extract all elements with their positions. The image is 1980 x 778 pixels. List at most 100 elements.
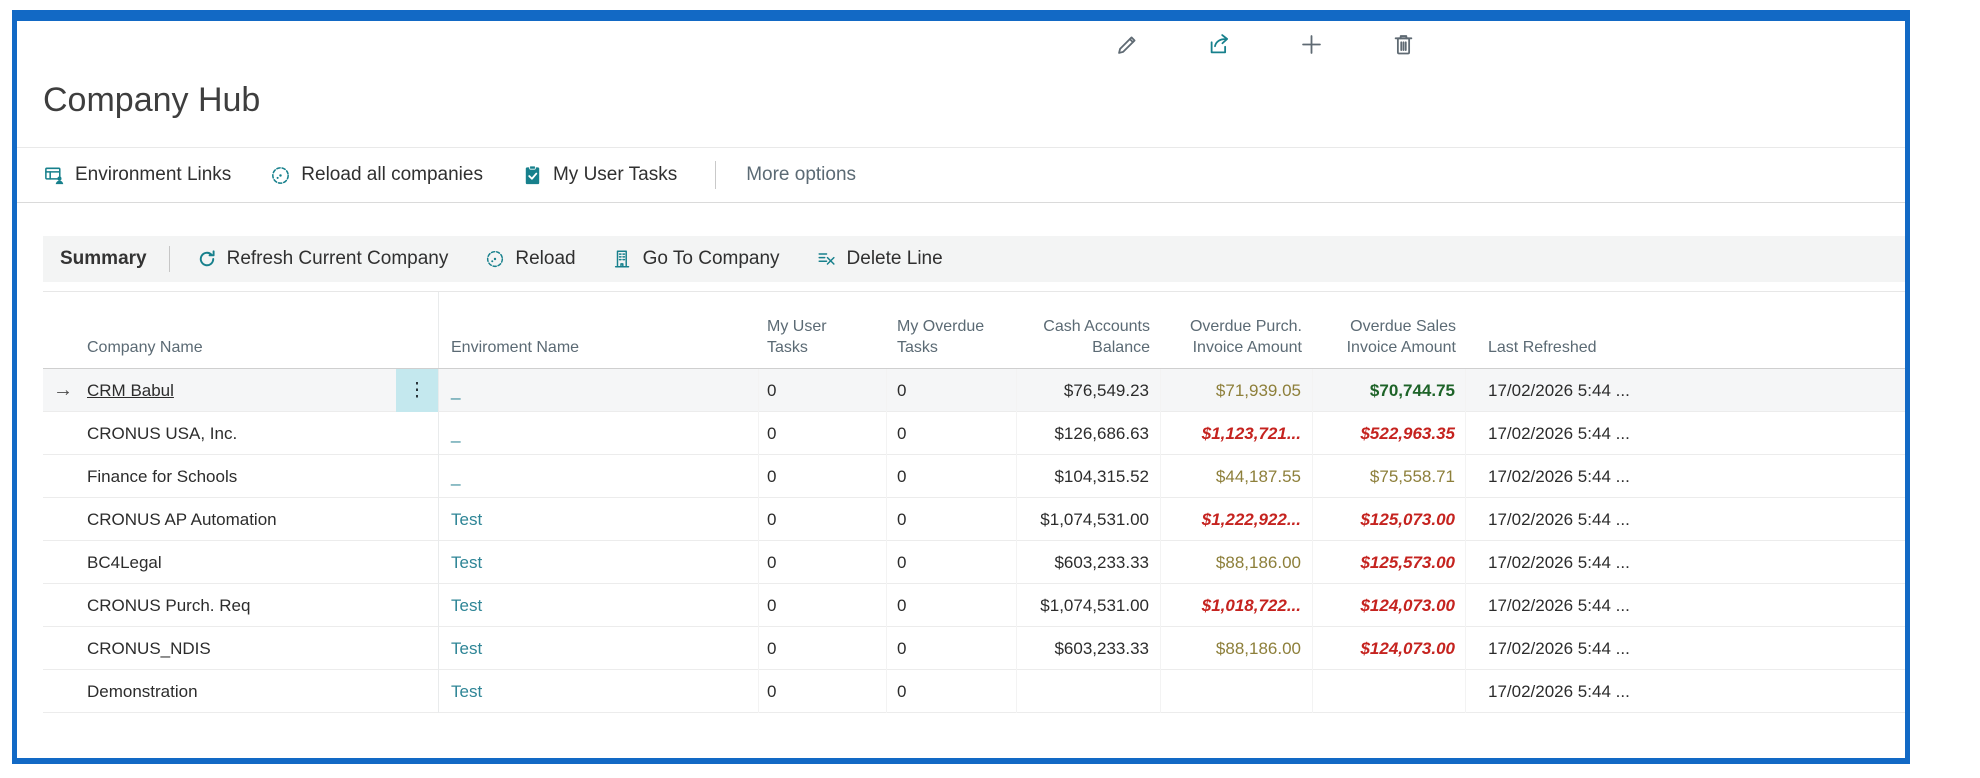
more-options-button[interactable]: More options	[746, 164, 856, 186]
my-overdue-tasks-cell[interactable]: 0	[887, 455, 1017, 498]
environment-name-cell[interactable]: Test	[439, 584, 759, 627]
delete-button[interactable]	[1381, 27, 1425, 61]
summary-delete-line[interactable]: Delete Line	[816, 248, 943, 270]
environment-name-link[interactable]: Test	[451, 510, 482, 529]
overdue-sales-invoice-amount-cell[interactable]: $124,073.00	[1313, 584, 1466, 627]
my-user-tasks-cell[interactable]: 0	[759, 498, 887, 541]
last-refreshed-cell[interactable]: 17/02/2026 5:44 ...	[1466, 541, 1905, 584]
last-refreshed-cell[interactable]: 17/02/2026 5:44 ...	[1466, 369, 1905, 412]
company-name-link[interactable]: Demonstration	[87, 682, 198, 702]
company-name-link[interactable]: CRONUS_NDIS	[87, 639, 211, 659]
last-refreshed-cell[interactable]: 17/02/2026 5:44 ...	[1466, 455, 1905, 498]
my-user-tasks-cell[interactable]: 0	[759, 670, 887, 713]
company-name-cell[interactable]: CRONUS Purch. Req	[83, 584, 439, 627]
my-user-tasks-cell[interactable]: 0	[759, 369, 887, 412]
environment-name-cell[interactable]: _	[439, 369, 759, 412]
my-overdue-tasks-cell[interactable]: 0	[887, 412, 1017, 455]
last-refreshed-cell[interactable]: 17/02/2026 5:44 ...	[1466, 670, 1905, 713]
row-actions-menu-button[interactable]: ⋮	[396, 369, 438, 412]
overdue-purch-invoice-amount-cell[interactable]	[1161, 670, 1313, 713]
overdue-purch-invoice-amount-cell[interactable]: $1,018,722...	[1161, 584, 1313, 627]
overdue-purch-invoice-amount-cell[interactable]: $44,187.55	[1161, 455, 1313, 498]
column-header-company[interactable]: Company Name	[83, 292, 439, 368]
environment-name-cell[interactable]: _	[439, 412, 759, 455]
environment-name-link[interactable]: _	[451, 467, 460, 486]
overdue-sales-invoice-amount-cell[interactable]: $522,963.35	[1313, 412, 1466, 455]
company-name-link[interactable]: CRONUS AP Automation	[87, 510, 277, 530]
environment-name-link[interactable]: _	[451, 381, 460, 400]
environment-name-link[interactable]: Test	[451, 553, 482, 572]
my-overdue-tasks-cell[interactable]: 0	[887, 627, 1017, 670]
cash-accounts-balance-cell[interactable]: $76,549.23	[1017, 369, 1161, 412]
environment-name-cell[interactable]: _	[439, 455, 759, 498]
overdue-purch-invoice-amount-cell[interactable]: $1,123,721...	[1161, 412, 1313, 455]
company-name-link[interactable]: CRONUS Purch. Req	[87, 596, 250, 616]
my-overdue-tasks-cell[interactable]: 0	[887, 541, 1017, 584]
share-button[interactable]	[1197, 27, 1241, 61]
environment-name-cell[interactable]: Test	[439, 541, 759, 584]
overdue-purch-invoice-amount-cell[interactable]: $1,222,922...	[1161, 498, 1313, 541]
my-user-tasks-cell[interactable]: 0	[759, 455, 887, 498]
company-name-cell[interactable]: CRM Babul ⋮	[83, 369, 439, 412]
company-name-link[interactable]: CRONUS USA, Inc.	[87, 424, 237, 444]
last-refreshed-cell[interactable]: 17/02/2026 5:44 ...	[1466, 498, 1905, 541]
column-header-env[interactable]: Enviroment Name	[439, 292, 759, 368]
my-user-tasks-cell[interactable]: 0	[759, 412, 887, 455]
action-my-user-tasks[interactable]: My User Tasks	[521, 164, 677, 187]
environment-name-link[interactable]: Test	[451, 596, 482, 615]
my-user-tasks-cell[interactable]: 0	[759, 584, 887, 627]
column-header-overdue[interactable]: My OverdueTasks	[887, 292, 1017, 368]
my-overdue-tasks-cell[interactable]: 0	[887, 369, 1017, 412]
environment-name-link[interactable]: _	[451, 424, 460, 443]
company-name-cell[interactable]: CRONUS USA, Inc.	[83, 412, 439, 455]
summary-refresh-current-company[interactable]: Refresh Current Company	[196, 248, 449, 270]
last-refreshed-cell[interactable]: 17/02/2026 5:44 ...	[1466, 412, 1905, 455]
overdue-sales-invoice-amount-cell[interactable]: $124,073.00	[1313, 627, 1466, 670]
column-header-user[interactable]: My UserTasks	[759, 292, 887, 368]
company-name-cell[interactable]: Demonstration	[83, 670, 439, 713]
company-name-cell[interactable]: CRONUS_NDIS	[83, 627, 439, 670]
add-button[interactable]	[1289, 27, 1333, 61]
summary-go-to-company[interactable]: Go To Company	[612, 248, 780, 270]
action-environment-links[interactable]: Environment Links	[43, 164, 231, 187]
action-reload-all-companies[interactable]: Reload all companies	[269, 164, 483, 187]
edit-button[interactable]	[1105, 27, 1149, 61]
column-header-purch[interactable]: Overdue Purch.Invoice Amount	[1161, 292, 1313, 368]
overdue-purch-invoice-amount-cell[interactable]: $71,939.05	[1161, 369, 1313, 412]
my-user-tasks-cell[interactable]: 0	[759, 627, 887, 670]
company-name-link[interactable]: Finance for Schools	[87, 467, 237, 487]
cash-accounts-balance-cell[interactable]: $104,315.52	[1017, 455, 1161, 498]
cash-accounts-balance-cell[interactable]: $603,233.33	[1017, 541, 1161, 584]
my-user-tasks-cell[interactable]: 0	[759, 541, 887, 584]
cash-accounts-balance-cell[interactable]: $126,686.63	[1017, 412, 1161, 455]
last-refreshed-cell[interactable]: 17/02/2026 5:44 ...	[1466, 627, 1905, 670]
company-name-cell[interactable]: CRONUS AP Automation	[83, 498, 439, 541]
cash-accounts-balance-cell[interactable]	[1017, 670, 1161, 713]
overdue-purch-invoice-amount-cell[interactable]: $88,186.00	[1161, 541, 1313, 584]
last-refreshed-cell[interactable]: 17/02/2026 5:44 ...	[1466, 584, 1905, 627]
column-header-sales[interactable]: Overdue SalesInvoice Amount	[1313, 292, 1466, 368]
summary-reload[interactable]: Reload	[484, 248, 575, 270]
company-name-cell[interactable]: BC4Legal	[83, 541, 439, 584]
cash-accounts-balance-cell[interactable]: $603,233.33	[1017, 627, 1161, 670]
overdue-sales-invoice-amount-cell[interactable]: $70,744.75	[1313, 369, 1466, 412]
overdue-sales-invoice-amount-cell[interactable]: $125,073.00	[1313, 498, 1466, 541]
overdue-sales-invoice-amount-cell[interactable]: $125,573.00	[1313, 541, 1466, 584]
company-name-cell[interactable]: Finance for Schools	[83, 455, 439, 498]
overdue-sales-invoice-amount-cell[interactable]	[1313, 670, 1466, 713]
environment-name-link[interactable]: Test	[451, 682, 482, 701]
environment-name-cell[interactable]: Test	[439, 670, 759, 713]
column-header-cash[interactable]: Cash AccountsBalance	[1017, 292, 1161, 368]
environment-name-link[interactable]: Test	[451, 639, 482, 658]
column-header-refreshed[interactable]: Last Refreshed	[1466, 292, 1905, 368]
my-overdue-tasks-cell[interactable]: 0	[887, 584, 1017, 627]
company-name-link[interactable]: CRM Babul	[87, 381, 174, 401]
environment-name-cell[interactable]: Test	[439, 627, 759, 670]
overdue-sales-invoice-amount-cell[interactable]: $75,558.71	[1313, 455, 1466, 498]
my-overdue-tasks-cell[interactable]: 0	[887, 498, 1017, 541]
overdue-purch-invoice-amount-cell[interactable]: $88,186.00	[1161, 627, 1313, 670]
environment-name-cell[interactable]: Test	[439, 498, 759, 541]
company-name-link[interactable]: BC4Legal	[87, 553, 162, 573]
cash-accounts-balance-cell[interactable]: $1,074,531.00	[1017, 498, 1161, 541]
my-overdue-tasks-cell[interactable]: 0	[887, 670, 1017, 713]
